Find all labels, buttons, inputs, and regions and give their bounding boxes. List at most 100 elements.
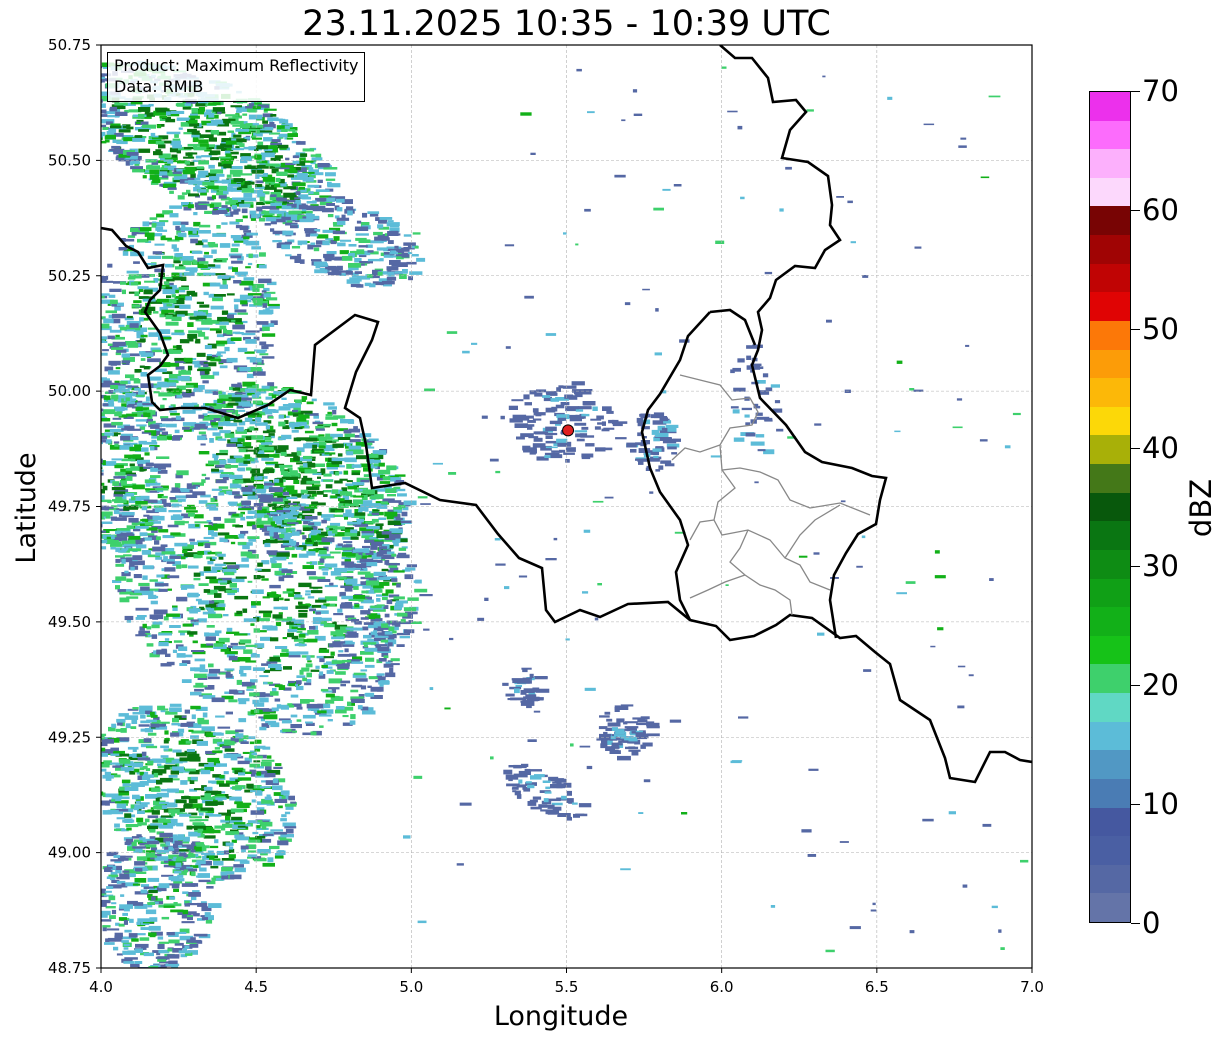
- echo-cell: [101, 352, 108, 356]
- echo-cell: [110, 385, 119, 389]
- echo-cell: [261, 759, 275, 762]
- echo-cell: [152, 179, 161, 183]
- echo-cell: [124, 543, 136, 547]
- echo-cell: [319, 725, 324, 728]
- echo-cell: [209, 203, 214, 208]
- echo-cell: [157, 819, 171, 823]
- echo-cell: [199, 224, 211, 228]
- echo-cell: [193, 144, 197, 149]
- echo-cell: [134, 948, 143, 953]
- echo-cell: [276, 171, 288, 176]
- echo-cell: [198, 583, 209, 586]
- echo-cell: [161, 495, 168, 499]
- echo-cell: [211, 697, 225, 703]
- echo-cell: [124, 813, 132, 818]
- echo-cell: [170, 732, 180, 737]
- echo-cell: [244, 287, 250, 291]
- echo-cell: [262, 833, 274, 836]
- echo-cell: [224, 535, 238, 539]
- echo-cell: [133, 379, 141, 384]
- echo-cell: [187, 119, 198, 124]
- echo-cell: [200, 375, 215, 379]
- echo-cell: [304, 469, 318, 474]
- echo-cell: [298, 186, 305, 190]
- echo-cell: [228, 854, 236, 859]
- echo-cell: [91, 889, 99, 892]
- echo-cell: [317, 269, 325, 273]
- echo-cell: [354, 226, 369, 231]
- echo-cell: [119, 759, 131, 764]
- echo-cell: [171, 332, 185, 336]
- echo-cell: [91, 124, 99, 128]
- echo-cell: [236, 610, 242, 615]
- echo-cell: [231, 319, 236, 322]
- echo-cell: [403, 500, 417, 506]
- echo-cell: [250, 623, 255, 626]
- echo-cell: [208, 663, 214, 668]
- echo-cell: [125, 374, 135, 379]
- echo-cell: [109, 288, 122, 292]
- echo-cell: [253, 575, 261, 580]
- echo-cell: [105, 513, 111, 519]
- echo-cell: [134, 961, 143, 964]
- echo-cell: [233, 495, 243, 499]
- echo-cell: [190, 849, 196, 853]
- echo-cell: [164, 165, 177, 168]
- echo-cell: [252, 106, 261, 110]
- echo-cell: [113, 855, 121, 858]
- echo-cell: [338, 498, 345, 502]
- echo-cell: [269, 323, 275, 327]
- echo-cell: [387, 520, 402, 526]
- echo-cell: [290, 225, 298, 229]
- echo-cell: [389, 260, 401, 265]
- echo-cell: [77, 93, 90, 95]
- echo-cell: [208, 814, 222, 817]
- echo-cell: [107, 866, 113, 869]
- echo-cell: [134, 796, 141, 800]
- echo-cell: [172, 649, 178, 653]
- echo-cell: [288, 403, 301, 408]
- echo-cell: [281, 606, 288, 610]
- echo-cell: [151, 342, 158, 346]
- echo-cell: [173, 888, 179, 892]
- echo-cell: [383, 663, 394, 668]
- echo-cell: [210, 305, 224, 310]
- echo-cell: [191, 250, 203, 254]
- echo-cell: [112, 417, 122, 420]
- echo-cell: [176, 253, 183, 258]
- echo-cell: [309, 167, 314, 171]
- echo-cell: [147, 164, 153, 169]
- echo-cell: [186, 510, 198, 513]
- echo-cell: [202, 181, 215, 186]
- echo-cell: [290, 507, 296, 513]
- echo-cell: [132, 883, 141, 886]
- echo-cell: [249, 741, 255, 745]
- echo-cell: [217, 726, 231, 729]
- echo-cell: [181, 715, 187, 718]
- echo-cell: [303, 699, 315, 702]
- echo-cell: [156, 456, 170, 459]
- echo-cell: [90, 346, 95, 350]
- echo-cell: [258, 278, 272, 284]
- echo-cell: [154, 507, 167, 513]
- echo-cell: [300, 489, 308, 494]
- echo-cell: [129, 873, 136, 877]
- echo-cell: [107, 335, 115, 340]
- echo-cell: [291, 635, 299, 640]
- echo-cell: [306, 491, 316, 494]
- echo-cell: [221, 310, 229, 315]
- echo-cell: [129, 561, 135, 567]
- echo-cell: [188, 799, 198, 803]
- echo-cell: [327, 719, 333, 722]
- echo-cell: [272, 785, 283, 791]
- echo-cell: [333, 514, 343, 517]
- echo-cell: [352, 482, 365, 486]
- echo-cell: [193, 577, 201, 581]
- echo-cell: [208, 164, 215, 169]
- echo-cell: [220, 394, 225, 399]
- echo-cell: [348, 598, 360, 601]
- echo-cell: [250, 457, 255, 462]
- echo-cell: [170, 909, 184, 913]
- echo-cell: [147, 760, 154, 765]
- echo-cell: [176, 752, 187, 757]
